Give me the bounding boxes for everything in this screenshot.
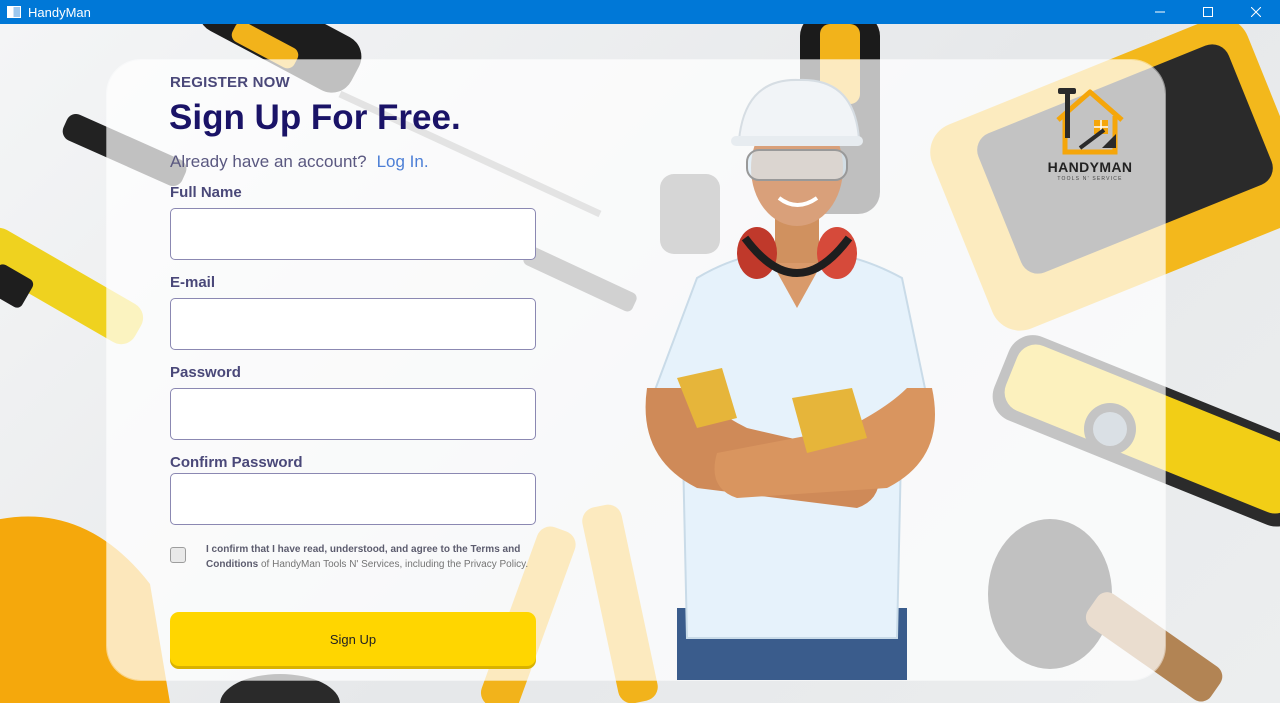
confirm-password-label: Confirm Password (170, 454, 303, 471)
confirm-password-input[interactable] (170, 473, 536, 525)
sign-up-button[interactable]: Sign Up (170, 612, 536, 666)
window-controls (1136, 0, 1280, 24)
app-window: HandyMan REGISTER NOW Sign Up For Free. … (0, 0, 1280, 703)
window-title: HandyMan (28, 4, 91, 20)
minimize-icon (1155, 11, 1165, 13)
register-eyebrow: REGISTER NOW (170, 74, 290, 91)
title-bar: HandyMan (0, 0, 1280, 24)
worker-illustration (645, 78, 935, 680)
house-tools-logo-icon (1056, 88, 1124, 155)
full-name-label: Full Name (170, 184, 242, 201)
app-icon (7, 6, 21, 18)
terms-rest-text: of HandyMan Tools N' Services, including… (258, 559, 529, 570)
login-link[interactable]: Log In. (377, 152, 429, 171)
terms-text: I confirm that I have read, understood, … (206, 542, 536, 572)
full-name-input[interactable] (170, 208, 536, 260)
minimize-button[interactable] (1136, 0, 1184, 24)
email-label: E-mail (170, 274, 216, 291)
close-button[interactable] (1232, 0, 1280, 24)
page-title: Sign Up For Free. (169, 98, 461, 137)
account-prompt: Already have an account? (170, 152, 367, 171)
password-label: Password (170, 364, 241, 381)
logo-name: HANDYMAN (1047, 159, 1133, 175)
password-input[interactable] (170, 388, 536, 440)
close-icon (1251, 7, 1261, 17)
maximize-button[interactable] (1184, 0, 1232, 24)
brand-logo: HANDYMAN TOOLS N' SERVICE (1044, 86, 1136, 182)
logo-tagline: TOOLS N' SERVICE (1057, 176, 1123, 182)
email-input[interactable] (170, 298, 536, 350)
terms-checkbox[interactable] (170, 547, 186, 563)
signup-card: REGISTER NOW Sign Up For Free. Already h… (107, 60, 1165, 680)
account-prompt-row: Already have an account? Log In. (170, 152, 429, 172)
maximize-icon (1203, 7, 1213, 17)
